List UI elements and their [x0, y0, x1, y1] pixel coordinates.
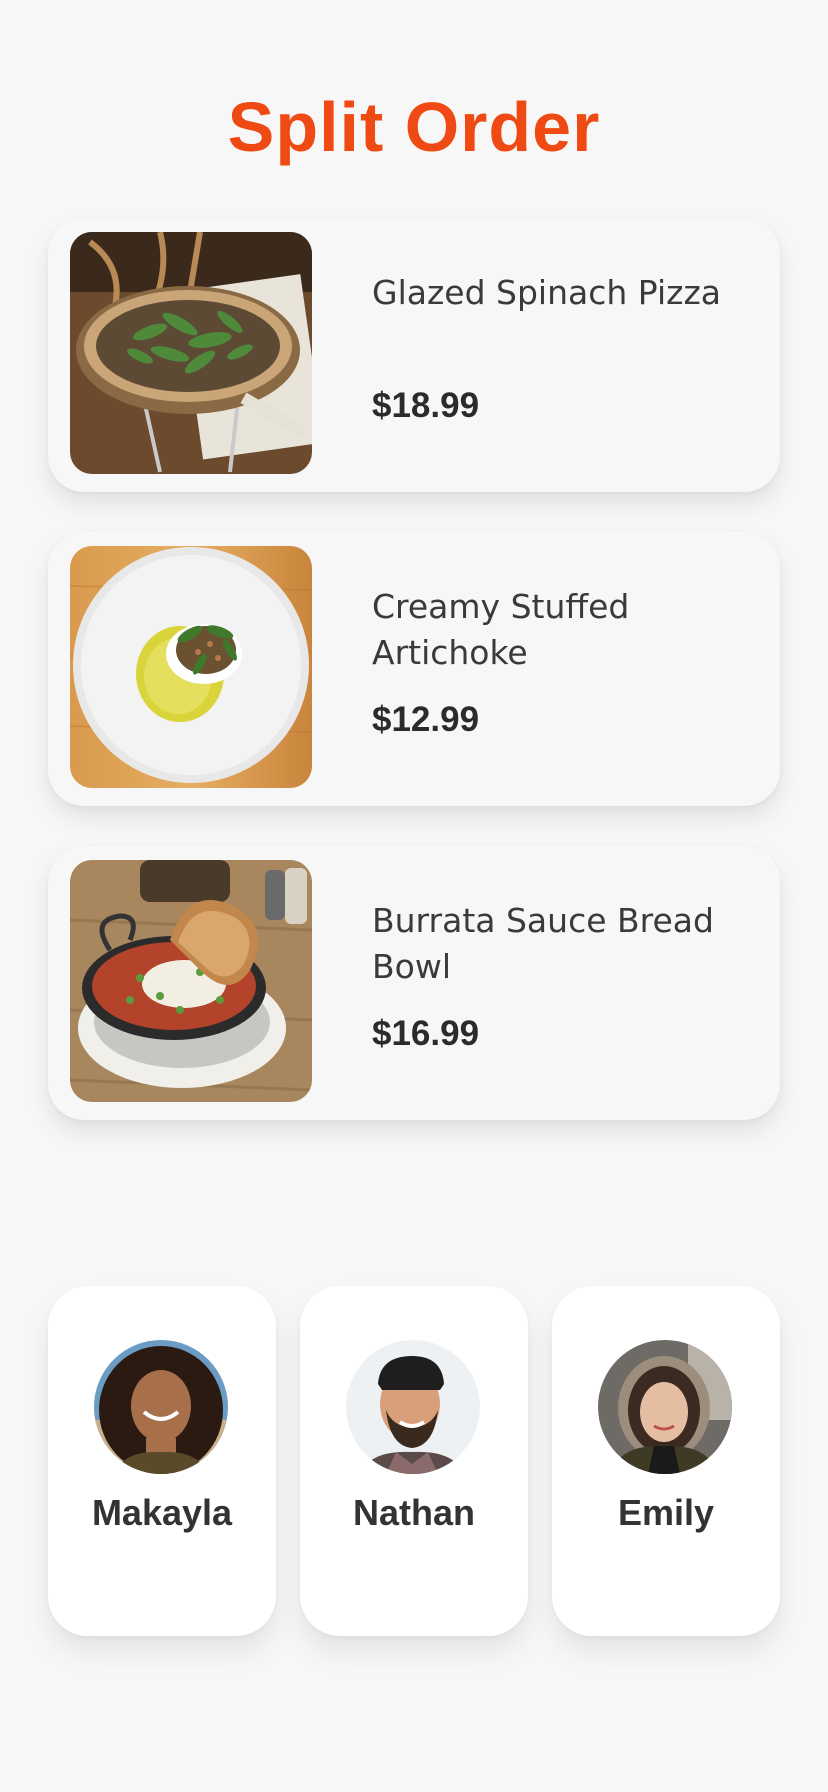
emily-avatar — [598, 1340, 732, 1474]
order-item-card[interactable]: Glazed Spinach Pizza $18.99 — [48, 218, 780, 492]
bread-bowl-photo — [70, 860, 312, 1102]
people-list: Makayla Nathan Emily — [48, 1286, 780, 1636]
dish-name: Creamy Stuffed Artichoke — [372, 587, 630, 672]
page-title: Split Order — [227, 88, 601, 166]
person-card-makayla[interactable]: Makayla — [48, 1286, 276, 1636]
makayla-avatar — [94, 1340, 228, 1474]
person-card-emily[interactable]: Emily — [552, 1286, 780, 1636]
order-item-card[interactable]: Creamy Stuffed Artichoke $12.99 — [48, 532, 780, 806]
dish-price: $12.99 — [372, 700, 480, 739]
pizza-photo — [70, 232, 312, 474]
person-name: Nathan — [352, 1492, 475, 1533]
nathan-avatar — [346, 1340, 480, 1474]
dish-price: $16.99 — [372, 1014, 480, 1053]
dish-name: Burrata Sauce Bread Bowl — [372, 901, 714, 986]
dish-name: Glazed Spinach Pizza — [372, 273, 721, 312]
person-name: Emily — [617, 1492, 715, 1533]
order-item-card[interactable]: Burrata Sauce Bread Bowl $16.99 — [48, 846, 780, 1120]
artichoke-photo — [70, 546, 312, 788]
person-card-nathan[interactable]: Nathan — [300, 1286, 528, 1636]
dish-price: $18.99 — [372, 386, 480, 425]
order-items-list: Glazed Spinach Pizza $18.99 Creamy Stuff… — [48, 218, 780, 1160]
person-name: Makayla — [91, 1492, 233, 1533]
